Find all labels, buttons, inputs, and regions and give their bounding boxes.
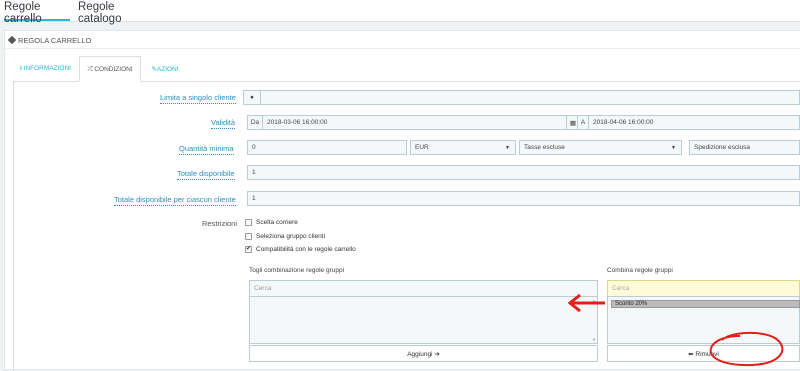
currency-select[interactable]: EUR ▼: [410, 140, 516, 155]
right-search-input[interactable]: Cerca: [607, 280, 800, 297]
date-from-input[interactable]: 2018-03-06 16:00:00: [262, 115, 567, 130]
compat-checkbox-label: Compatibilità con le regole carrello: [256, 246, 356, 253]
tab-information[interactable]: i INFORMAZIONI: [13, 56, 78, 82]
group-checkbox-label: Seleziona gruppo clienti: [256, 233, 326, 240]
group-checkbox[interactable]: [245, 233, 252, 240]
tab-catalog-rules[interactable]: Regole catalogo: [78, 1, 158, 25]
shipping-select[interactable]: Spedizione esclusa: [689, 140, 800, 155]
validity-label: Validità: [211, 118, 236, 129]
tax-value: Tasse escluse: [524, 144, 565, 151]
per-customer-input[interactable]: 1: [247, 191, 800, 206]
scroll-down-icon[interactable]: ▼: [592, 337, 596, 342]
tab-conditions[interactable]: ⤮ CONDIZIONI: [79, 56, 141, 82]
total-available-input[interactable]: 1: [247, 165, 800, 180]
chevron-down-icon: ▼: [671, 145, 676, 151]
remove-button[interactable]: ⬅ Rimuovi: [607, 345, 800, 362]
remove-button-label: Rimuovi: [695, 351, 719, 358]
restrictions-label: Restrizioni: [202, 219, 238, 228]
tab-cart-rules-label: Regole carrello: [4, 1, 42, 25]
tab-cart-rules[interactable]: Regole carrello: [4, 1, 70, 25]
limit-customer-label: Limita a singolo cliente: [160, 93, 236, 104]
tax-select[interactable]: Tasse escluse ▼: [519, 140, 682, 155]
chevron-down-icon: ▼: [505, 145, 510, 151]
tab-information-label: INFORMAZIONI: [23, 65, 71, 72]
tag-icon: [7, 35, 17, 45]
panel-title: REGOLA CARRELLO: [18, 36, 92, 45]
left-listbox[interactable]: [249, 296, 598, 344]
per-customer-label: Totale disponibile per ciascun cliente: [114, 195, 236, 206]
tab-actions[interactable]: ✎AZIONI: [143, 56, 187, 82]
min-qty-label: Quantità minima: [179, 144, 234, 155]
rule-tabs: i INFORMAZIONI ⤮ CONDIZIONI ✎AZIONI: [13, 56, 800, 82]
from-addon: Da: [247, 115, 263, 130]
tab-catalog-rules-label: Regole catalogo: [78, 1, 122, 25]
tab-actions-label: AZIONI: [156, 66, 179, 73]
carrier-checkbox[interactable]: [245, 219, 252, 226]
arrow-right-icon: ➔: [434, 351, 440, 358]
left-search-input[interactable]: Cerca: [249, 280, 598, 297]
min-qty-input[interactable]: 0: [247, 140, 407, 155]
combine-label: Combina regole gruppi: [607, 267, 673, 274]
user-icon: ●: [243, 90, 261, 105]
tab-conditions-label: CONDIZIONI: [94, 66, 133, 73]
add-button-label: Aggiungi: [407, 351, 433, 358]
compat-checkbox[interactable]: [245, 245, 252, 253]
carrier-checkbox-label: Scelta corriere: [256, 219, 298, 226]
arrow-left-icon: ⬅: [688, 351, 694, 358]
date-to-input[interactable]: 2018-04-06 16:00:00: [588, 115, 800, 130]
customer-input[interactable]: [260, 90, 800, 105]
scroll-up-icon[interactable]: ▲: [592, 298, 596, 303]
remove-combo-label: Togli combinazione regole gruppi: [249, 267, 345, 274]
shipping-value: Spedizione esclusa: [694, 144, 751, 151]
currency-value: EUR: [415, 144, 429, 151]
top-navigation: Regole carrello Regole catalogo: [0, 0, 800, 25]
panel-heading: REGOLA CARRELLO: [5, 31, 800, 49]
add-button[interactable]: Aggiungi ➔: [249, 345, 598, 362]
list-item[interactable]: Sconto 20%: [611, 300, 800, 308]
total-available-label: Totale disponibile: [177, 169, 235, 180]
